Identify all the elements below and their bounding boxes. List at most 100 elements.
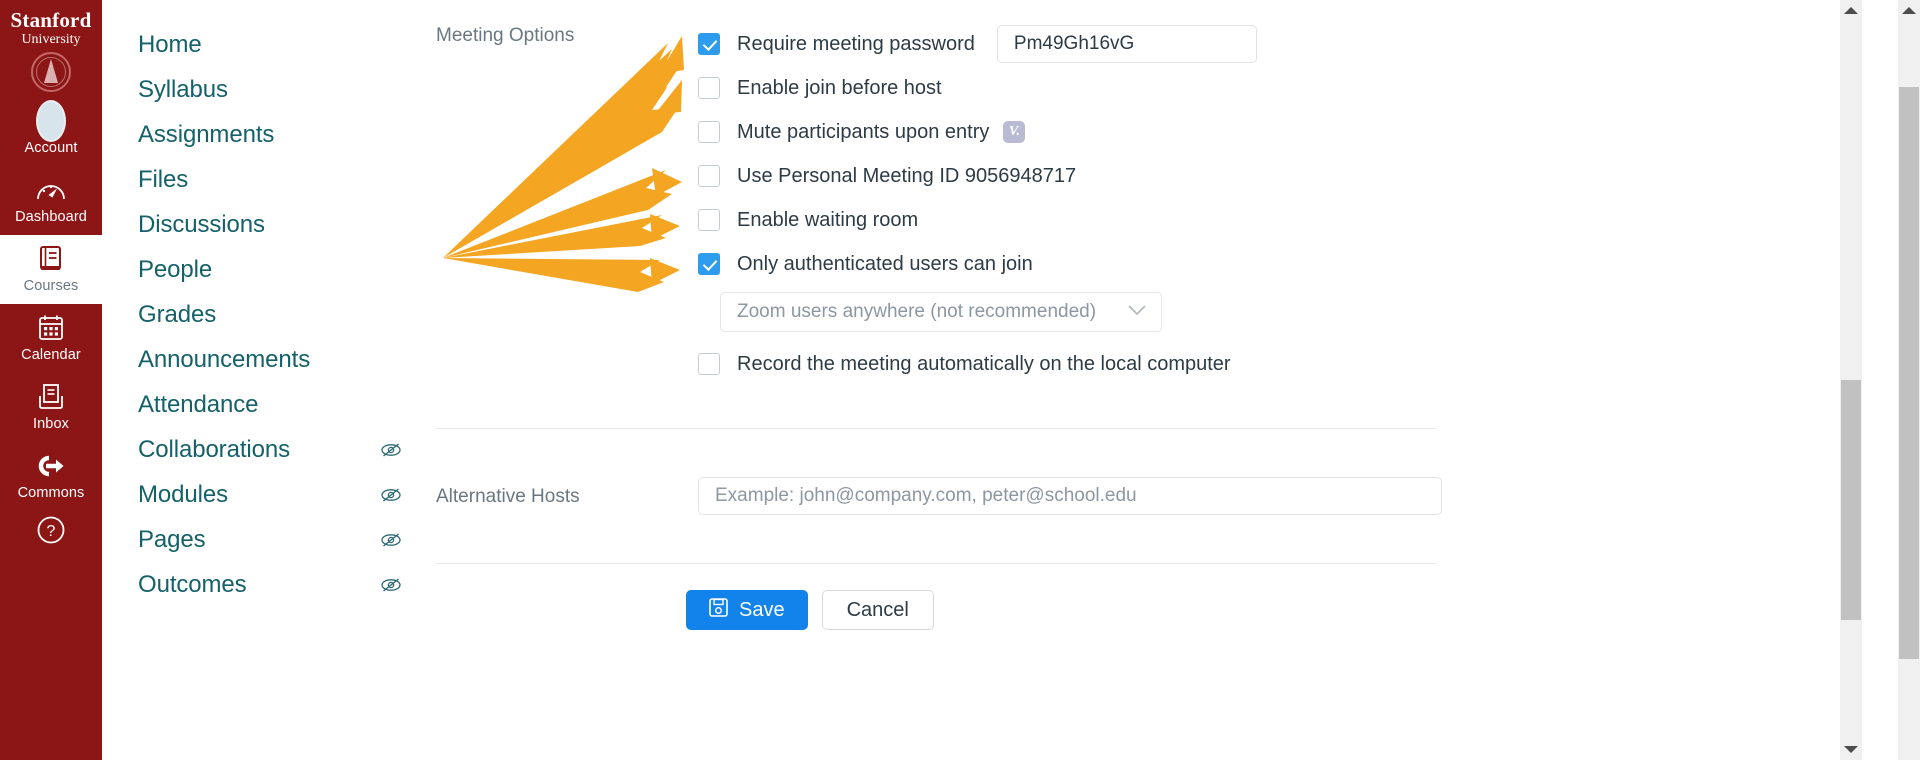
brand-line-2: University: [21, 32, 81, 47]
divider-above-alternative-hosts: [436, 428, 1436, 429]
scroll-down-arrow-icon[interactable]: [1844, 746, 1858, 753]
checkbox-only-authenticated-users[interactable]: [698, 253, 720, 275]
lastpass-fill-icon[interactable]: V.: [1003, 121, 1026, 143]
authentication-select-value: Zoom users anywhere (not recommended): [737, 301, 1097, 322]
global-nav-item-help[interactable]: ?: [0, 511, 102, 554]
checkbox-mute-participants-upon-entry[interactable]: [698, 121, 720, 143]
global-nav-label-inbox: Inbox: [33, 416, 69, 432]
course-nav-label-modules: Modules: [138, 480, 229, 508]
checkbox-use-personal-meeting-id[interactable]: [698, 165, 720, 187]
option-enable-waiting-room: Enable waiting room: [698, 198, 1822, 242]
eye-slash-hidden-icon: [380, 529, 402, 551]
avatar-icon: [36, 100, 66, 142]
courses-book-icon: [36, 244, 66, 274]
course-nav-label-pages: Pages: [138, 525, 206, 553]
save-button-label: Save: [739, 598, 785, 621]
option-use-personal-meeting-id: Use Personal Meeting ID 9056948717: [698, 154, 1822, 198]
dashboard-gauge-icon: [36, 175, 66, 205]
commons-arrow-icon: [36, 451, 66, 481]
global-nav-label-account: Account: [24, 140, 78, 156]
calendar-icon: [36, 313, 66, 343]
outer-scrollbar-thumb[interactable]: [1899, 87, 1919, 659]
global-navigation: Stanford University Account Dashboard Co…: [0, 0, 102, 760]
option-enable-join-before-host: Enable join before host: [698, 66, 1822, 110]
checkbox-enable-waiting-room[interactable]: [698, 209, 720, 231]
eye-slash-hidden-icon: [380, 574, 402, 596]
global-nav-label-commons: Commons: [17, 485, 85, 501]
course-nav-item-grades[interactable]: Grades: [102, 292, 436, 337]
label-enable-join-before-host: Enable join before host: [737, 77, 942, 99]
global-nav-label-dashboard: Dashboard: [15, 209, 87, 225]
brand-line-1: Stanford: [10, 8, 92, 32]
scroll-up-arrow-icon[interactable]: [1844, 7, 1858, 14]
form-actions: Save Cancel: [686, 590, 1822, 630]
global-nav-item-account[interactable]: Account: [0, 92, 102, 166]
label-only-authenticated-users: Only authenticated users can join: [737, 253, 1033, 275]
global-nav-item-calendar[interactable]: Calendar: [0, 304, 102, 373]
label-enable-waiting-room: Enable waiting room: [737, 209, 919, 231]
course-nav-label-outcomes: Outcomes: [138, 570, 247, 598]
option-record-meeting-automatically: Record the meeting automatically on the …: [698, 342, 1822, 386]
label-require-meeting-password: Require meeting password: [737, 33, 975, 55]
inner-scrollbar-thumb[interactable]: [1841, 380, 1861, 620]
checkbox-record-meeting-automatically[interactable]: [698, 353, 720, 375]
global-nav-label-courses: Courses: [23, 278, 79, 294]
course-nav-label-home: Home: [138, 30, 202, 58]
option-only-authenticated-users: Only authenticated users can join: [698, 242, 1822, 286]
meeting-password-input[interactable]: [996, 25, 1257, 63]
alternative-hosts-input[interactable]: [698, 477, 1442, 515]
help-question-circle-icon: ?: [36, 515, 66, 545]
alternative-hosts-label: Alternative Hosts: [436, 486, 580, 507]
global-nav-item-courses[interactable]: Courses: [0, 235, 102, 304]
course-nav-label-syllabus: Syllabus: [138, 75, 228, 103]
label-record-meeting-automatically: Record the meeting automatically on the …: [737, 353, 1231, 375]
option-require-meeting-password: Require meeting password: [698, 22, 1822, 66]
course-nav-item-discussions[interactable]: Discussions: [102, 202, 436, 247]
divider-above-actions: [436, 563, 1436, 564]
outer-scrollbar[interactable]: [1898, 0, 1920, 760]
eye-slash-hidden-icon: [380, 439, 402, 461]
checkbox-enable-join-before-host[interactable]: [698, 77, 720, 99]
course-nav-item-people[interactable]: People: [102, 247, 436, 292]
course-nav-label-discussions: Discussions: [138, 210, 265, 238]
course-nav-item-home[interactable]: Home: [102, 22, 436, 67]
stanford-brand[interactable]: Stanford University: [0, 0, 102, 92]
course-nav-label-attendance: Attendance: [138, 390, 259, 418]
option-mute-participants-upon-entry: Mute participants upon entry V.: [698, 110, 1822, 154]
eye-slash-hidden-icon: [380, 484, 402, 506]
checkbox-require-meeting-password[interactable]: [698, 33, 720, 55]
save-button[interactable]: Save: [686, 590, 808, 630]
course-nav-item-syllabus[interactable]: Syllabus: [102, 67, 436, 112]
global-nav-label-calendar: Calendar: [21, 347, 81, 363]
label-use-personal-meeting-id: Use Personal Meeting ID 9056948717: [737, 165, 1077, 187]
course-nav-item-collaborations[interactable]: Collaborations: [102, 427, 436, 472]
scroll-up-arrow-icon[interactable]: [1902, 7, 1916, 14]
global-nav-item-dashboard[interactable]: Dashboard: [0, 166, 102, 235]
cancel-button[interactable]: Cancel: [821, 590, 934, 630]
course-nav-item-files[interactable]: Files: [102, 157, 436, 202]
course-nav-label-collaborations: Collaborations: [138, 435, 291, 463]
page-root: Stanford University Account Dashboard Co…: [0, 0, 1920, 760]
course-nav-item-modules[interactable]: Modules: [102, 472, 436, 517]
course-nav-item-pages[interactable]: Pages: [102, 517, 436, 562]
course-nav-item-outcomes[interactable]: Outcomes: [102, 562, 436, 607]
label-mute-participants-upon-entry: Mute participants upon entry: [737, 121, 990, 143]
course-nav-item-assignments[interactable]: Assignments: [102, 112, 436, 157]
course-nav-label-grades: Grades: [138, 300, 217, 328]
meeting-options-form: Meeting Options Require meeting password…: [436, 0, 1822, 760]
course-nav-label-files: Files: [138, 165, 189, 193]
authentication-select-wrapper: Zoom users anywhere (not recommended): [720, 292, 1162, 332]
course-nav-item-announcements[interactable]: Announcements: [102, 337, 436, 382]
global-nav-item-commons[interactable]: Commons: [0, 442, 102, 511]
course-navigation: Home Syllabus Assignments Files Discussi…: [102, 0, 436, 760]
inner-scrollbar[interactable]: [1840, 0, 1862, 760]
global-nav-item-inbox[interactable]: Inbox: [0, 373, 102, 442]
course-nav-label-announcements: Announcements: [138, 345, 311, 373]
meeting-options-list: Require meeting password Enable join bef…: [698, 22, 1822, 386]
authentication-select[interactable]: Zoom users anywhere (not recommended): [720, 292, 1162, 332]
course-nav-label-people: People: [138, 255, 213, 283]
floppy-disk-save-icon: [709, 597, 728, 623]
svg-text:?: ?: [47, 523, 56, 540]
course-nav-item-attendance[interactable]: Attendance: [102, 382, 436, 427]
alternative-hosts-row: Alternative Hosts: [436, 477, 1822, 515]
